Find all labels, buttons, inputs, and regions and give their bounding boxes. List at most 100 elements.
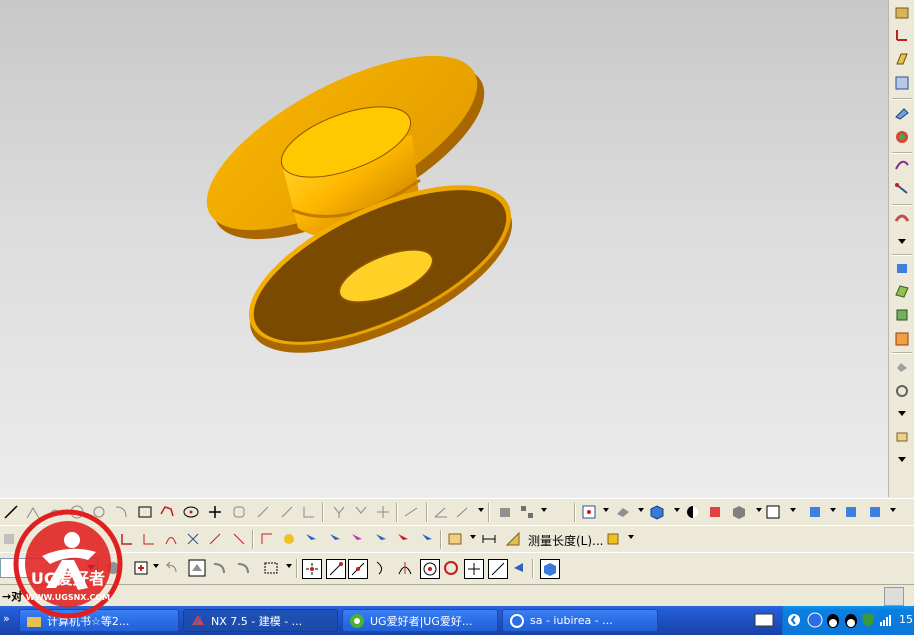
measure-body-icon[interactable] xyxy=(604,530,622,548)
undo-icon[interactable] xyxy=(162,559,180,577)
snap-control-icon[interactable] xyxy=(372,559,390,577)
snap-point-icon[interactable] xyxy=(302,559,322,579)
task-nx[interactable]: NX 7.5 - 建模 - ... xyxy=(183,609,338,632)
select4-icon[interactable] xyxy=(372,530,390,548)
rotate-icon[interactable] xyxy=(210,559,228,577)
point-icon[interactable] xyxy=(206,503,224,521)
rectangle-icon[interactable] xyxy=(136,503,154,521)
qq2-icon[interactable] xyxy=(843,611,859,629)
sweep-icon[interactable] xyxy=(893,208,911,226)
mesh-icon[interactable] xyxy=(893,306,911,324)
render-style-icon[interactable] xyxy=(614,503,632,521)
dimension-icon[interactable] xyxy=(402,503,420,521)
snap-on-point-icon[interactable] xyxy=(464,559,484,579)
graphics-viewport[interactable] xyxy=(0,0,888,497)
offset-icon[interactable] xyxy=(230,503,248,521)
angle2-icon[interactable] xyxy=(454,503,472,521)
more-arrow[interactable] xyxy=(893,232,911,250)
wcs-icon[interactable] xyxy=(893,74,911,92)
snap-icon[interactable] xyxy=(258,530,276,548)
fit-icon[interactable] xyxy=(893,382,911,400)
curve-tool4-icon[interactable] xyxy=(184,530,202,548)
snap2-icon[interactable] xyxy=(280,530,298,548)
snap-end-icon[interactable] xyxy=(326,559,346,579)
status-bar: →对 xyxy=(0,584,914,607)
more-arrow[interactable] xyxy=(893,404,911,422)
quicklaunch-chevron[interactable]: » xyxy=(3,612,10,625)
right-vertical-toolbar xyxy=(888,0,914,497)
snap-center-icon[interactable] xyxy=(420,559,440,579)
pattern-icon[interactable] xyxy=(518,503,536,521)
body-select-icon[interactable] xyxy=(540,559,560,579)
snapshot-icon[interactable] xyxy=(893,428,911,446)
view-layout2-icon[interactable] xyxy=(866,503,884,521)
task-browser[interactable]: UG爱好者|UG爱好... xyxy=(342,609,498,632)
task-player[interactable]: sa - iubirea - ... xyxy=(502,609,658,632)
view-layout-icon[interactable] xyxy=(842,503,860,521)
ruler-icon[interactable] xyxy=(504,530,522,548)
watermark-brand: UG爱好者 xyxy=(31,569,105,588)
curve-tool2-icon[interactable] xyxy=(140,530,158,548)
constraint3-icon[interactable] xyxy=(374,503,392,521)
extend-icon[interactable] xyxy=(278,503,296,521)
trim-icon[interactable] xyxy=(254,503,272,521)
orient-view-icon[interactable] xyxy=(893,4,911,22)
snap-mid-icon[interactable] xyxy=(348,559,368,579)
constraint-icon[interactable] xyxy=(330,503,348,521)
qq-icon[interactable] xyxy=(825,611,841,629)
measure-distance-icon[interactable] xyxy=(446,530,464,548)
box-select-icon[interactable] xyxy=(262,559,280,577)
snap-intersect-icon[interactable] xyxy=(396,559,414,577)
more-arrow[interactable] xyxy=(893,450,911,468)
select-all-icon[interactable] xyxy=(132,559,150,577)
shading-mode-icon[interactable] xyxy=(684,503,702,521)
tray-arrow-icon[interactable] xyxy=(787,612,801,628)
shaded-cube-icon[interactable] xyxy=(648,503,666,521)
constraint2-icon[interactable] xyxy=(352,503,370,521)
network-icon[interactable] xyxy=(879,614,893,626)
snap-on-surface-icon[interactable] xyxy=(510,559,528,577)
analysis-icon[interactable] xyxy=(893,330,911,348)
section-icon[interactable] xyxy=(706,503,724,521)
snap-view-icon[interactable] xyxy=(806,503,824,521)
csys-icon[interactable] xyxy=(893,26,911,44)
shield-icon[interactable] xyxy=(861,612,875,628)
curve-tool6-icon[interactable] xyxy=(230,530,248,548)
select6-icon[interactable] xyxy=(418,530,436,548)
corner-icon[interactable] xyxy=(300,503,318,521)
extrude-icon[interactable] xyxy=(893,104,911,122)
pan-icon[interactable] xyxy=(234,559,252,577)
sketch-curve-icon[interactable] xyxy=(893,156,911,174)
shade-icon[interactable] xyxy=(893,258,911,276)
surface-icon[interactable] xyxy=(893,282,911,300)
snap-quadrant-icon[interactable] xyxy=(442,559,460,577)
background-icon[interactable] xyxy=(764,503,782,521)
link-curve-icon[interactable] xyxy=(893,180,911,198)
spool-model[interactable] xyxy=(0,0,888,497)
snap-on-curve-icon[interactable] xyxy=(488,559,508,579)
solid-cube-icon[interactable] xyxy=(730,503,748,521)
curve-tool5-icon[interactable] xyxy=(206,530,224,548)
convert-icon[interactable] xyxy=(496,503,514,521)
feature-icon[interactable] xyxy=(893,128,911,146)
view-orient-icon[interactable] xyxy=(580,503,598,521)
datum-plane-icon[interactable] xyxy=(893,50,911,68)
ellipse-icon[interactable] xyxy=(182,503,200,521)
check-icon[interactable] xyxy=(893,358,911,376)
clock[interactable]: 15 xyxy=(899,613,913,626)
keyboard-icon[interactable] xyxy=(754,613,774,627)
angle-icon[interactable] xyxy=(432,503,450,521)
ie-icon xyxy=(350,613,364,628)
measure-length-icon[interactable] xyxy=(480,530,498,548)
select-icon[interactable] xyxy=(302,530,320,548)
measure-length-label[interactable]: 测量长度(L)... xyxy=(528,532,604,549)
select2-icon[interactable] xyxy=(326,530,344,548)
select3-icon[interactable] xyxy=(348,530,366,548)
task-label: UG爱好者|UG爱好... xyxy=(370,614,473,628)
polygon-icon[interactable] xyxy=(158,503,176,521)
selection-toolbar xyxy=(0,552,914,586)
curve-tool3-icon[interactable] xyxy=(162,530,180,548)
select5-icon[interactable] xyxy=(394,530,412,548)
kugou-icon[interactable] xyxy=(807,612,823,628)
fit-view-icon[interactable] xyxy=(188,559,206,577)
